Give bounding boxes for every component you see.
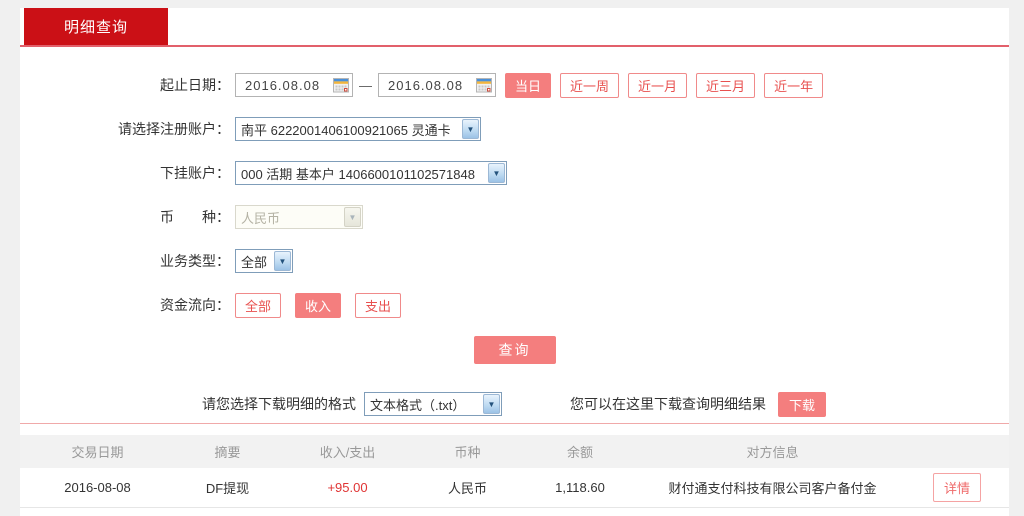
cell-balance: 1,118.60 (520, 480, 640, 495)
header-income-expense: 收入/支出 (280, 442, 415, 461)
query-button-row: 查询 (20, 336, 1009, 364)
cell-counterparty: 财付通支付科技有限公司客户备付金 (640, 478, 905, 497)
register-account-select[interactable]: 南平 6222001406100921065 灵通卡 ▼ (235, 117, 481, 141)
currency-value: 人民币 (236, 208, 344, 227)
currency-select: 人民币 ▼ (235, 205, 363, 229)
start-date-input[interactable]: 2016.08.08 (235, 73, 353, 97)
sub-account-row: 下挂账户： 000 活期 基本户 1406600101102571848 ▼ (20, 160, 1009, 186)
chevron-down-icon: ▼ (462, 119, 479, 139)
chevron-down-icon: ▼ (274, 251, 291, 271)
cell-action: 详情 (905, 473, 1009, 502)
currency-row: 币 种： 人民币 ▼ (20, 204, 1009, 230)
register-account-value: 南平 6222001406100921065 灵通卡 (236, 120, 462, 139)
fund-direction-expense-button[interactable]: 支出 (355, 293, 401, 318)
download-format-select[interactable]: 文本格式（.txt） ▼ (364, 392, 502, 416)
business-type-value: 全部 (236, 252, 274, 271)
download-format-value: 文本格式（.txt） (365, 395, 483, 414)
fund-direction-all-button[interactable]: 全部 (235, 293, 281, 318)
fund-direction-row: 资金流向： 全部 收入 支出 (20, 292, 1009, 318)
cell-summary: DF提现 (175, 478, 280, 497)
section-divider (20, 423, 1009, 424)
header-counterparty: 对方信息 (640, 442, 905, 461)
business-type-label: 业务类型： (20, 251, 230, 271)
download-button[interactable]: 下载 (778, 392, 826, 417)
query-form: 起止日期： 2016.08.08 (20, 47, 1009, 508)
quick-range-today-button[interactable]: 当日 (505, 73, 551, 98)
calendar-icon[interactable] (333, 77, 349, 93)
sub-account-select[interactable]: 000 活期 基本户 1406600101102571848 ▼ (235, 161, 507, 185)
tab-detail-query[interactable]: 明细查询 (24, 8, 168, 45)
quick-range-month-button[interactable]: 近一月 (628, 73, 687, 98)
fund-direction-label: 资金流向： (20, 295, 230, 315)
download-row: 请您选择下载明细的格式 文本格式（.txt） ▼ 您可以在这里下载查询明细结果 … (20, 391, 1009, 417)
business-type-select[interactable]: 全部 ▼ (235, 249, 293, 273)
currency-label: 币 种： (20, 207, 230, 227)
download-format-label: 请您选择下载明细的格式 (202, 394, 356, 414)
business-type-row: 业务类型： 全部 ▼ (20, 248, 1009, 274)
register-account-row: 请选择注册账户： 南平 6222001406100921065 灵通卡 ▼ (20, 116, 1009, 142)
date-range-row: 起止日期： 2016.08.08 (20, 72, 1009, 98)
end-date-input[interactable]: 2016.08.08 (378, 73, 496, 97)
quick-range-year-button[interactable]: 近一年 (764, 73, 823, 98)
cell-currency: 人民币 (415, 478, 520, 497)
results-table: 交易日期 摘要 收入/支出 币种 余额 对方信息 2016-08-08 DF提现… (20, 435, 1009, 508)
detail-button[interactable]: 详情 (933, 473, 981, 502)
content-panel: 明细查询 起止日期： 2016.08.08 (20, 8, 1009, 516)
end-date-value: 2016.08.08 (388, 78, 476, 93)
start-date-value: 2016.08.08 (245, 78, 333, 93)
download-hint: 您可以在这里下载查询明细结果 (570, 394, 766, 414)
cell-trade-date: 2016-08-08 (20, 480, 175, 495)
header-balance: 余额 (520, 442, 640, 461)
query-button[interactable]: 查询 (474, 336, 556, 364)
sub-account-value: 000 活期 基本户 1406600101102571848 (236, 164, 488, 183)
date-separator: — (359, 78, 372, 93)
chevron-down-icon: ▼ (488, 163, 505, 183)
header-trade-date: 交易日期 (20, 442, 175, 461)
calendar-icon[interactable] (476, 77, 492, 93)
register-account-label: 请选择注册账户： (20, 119, 230, 139)
quick-range-week-button[interactable]: 近一周 (560, 73, 619, 98)
chevron-down-icon: ▼ (483, 394, 500, 414)
header-summary: 摘要 (175, 442, 280, 461)
table-header-row: 交易日期 摘要 收入/支出 币种 余额 对方信息 (20, 435, 1009, 468)
chevron-down-icon: ▼ (344, 207, 361, 227)
fund-direction-income-button[interactable]: 收入 (295, 293, 341, 318)
page-background: 明细查询 起止日期： 2016.08.08 (0, 0, 1024, 516)
date-range-label: 起止日期： (20, 75, 230, 95)
header-currency: 币种 (415, 442, 520, 461)
quick-range-3months-button[interactable]: 近三月 (696, 73, 755, 98)
cell-amount: +95.00 (280, 480, 415, 495)
table-row: 2016-08-08 DF提现 +95.00 人民币 1,118.60 财付通支… (20, 468, 1009, 508)
tab-label: 明细查询 (64, 16, 128, 37)
sub-account-label: 下挂账户： (20, 163, 230, 183)
